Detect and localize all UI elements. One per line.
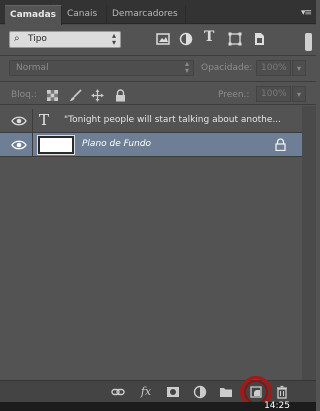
lock-transparent-pixels-icon[interactable] bbox=[46, 89, 59, 102]
tab-demarcadores[interactable]: Demarcadores bbox=[107, 5, 186, 24]
tab-demarcadores-label: Demarcadores bbox=[112, 9, 178, 19]
filter-adjustment-layer-icon[interactable] bbox=[179, 32, 193, 46]
layer-row[interactable]: T "Tonight people will start talking abo… bbox=[0, 109, 302, 133]
lock-image-pixels-brush-icon[interactable] bbox=[69, 89, 82, 102]
eye-visibility-icon[interactable] bbox=[11, 139, 27, 151]
divider bbox=[0, 81, 316, 82]
select-arrows-icon: ▴ ▾ bbox=[111, 31, 116, 47]
panel-tab-bar: ✕ Camadas Canais Demarcadores ▾≡ bbox=[0, 0, 316, 25]
opacity-dropdown-button[interactable]: ▾ bbox=[292, 60, 306, 76]
select-arrows-icon: ▴ ▾ bbox=[184, 59, 189, 75]
text-layer-icon: T bbox=[39, 111, 50, 129]
visibility-cell[interactable] bbox=[0, 133, 33, 157]
panel-menu-icon[interactable]: ▾≡ bbox=[301, 8, 312, 18]
fill-label: Preen.: bbox=[218, 90, 250, 100]
filter-toggle-switch[interactable] bbox=[305, 33, 312, 51]
blend-mode-select[interactable]: Normal ▴ ▾ bbox=[9, 60, 194, 76]
tab-camadas[interactable]: Camadas bbox=[5, 5, 62, 25]
panel-body: ⌕ Tipo ▴ ▾ T Normal ▴ ▾ Opacidade: 100% … bbox=[0, 25, 316, 380]
filter-smart-object-icon[interactable] bbox=[252, 32, 266, 46]
layer-name[interactable]: "Tonight people will start talking about… bbox=[64, 115, 281, 125]
lock-label: Bloq.: bbox=[11, 90, 37, 100]
opacity-value: 100% bbox=[261, 63, 287, 73]
delete-layer-trash-icon[interactable] bbox=[275, 385, 289, 399]
fill-dropdown-button[interactable]: ▾ bbox=[292, 86, 306, 102]
visibility-cell[interactable] bbox=[0, 109, 33, 133]
search-icon: ⌕ bbox=[14, 33, 20, 44]
lock-all-icon[interactable] bbox=[114, 89, 127, 102]
add-layer-mask-icon[interactable] bbox=[166, 385, 180, 399]
tab-canais-label: Canais bbox=[67, 9, 98, 19]
fill-input[interactable]: 100% bbox=[256, 86, 291, 102]
opacity-label: Opacidade: bbox=[201, 63, 253, 73]
opacity-input[interactable]: 100% bbox=[256, 60, 291, 76]
eye-visibility-icon[interactable] bbox=[11, 115, 27, 127]
filter-shape-layer-icon[interactable] bbox=[228, 32, 242, 46]
layer-row-selected[interactable]: Plano de Fundo bbox=[0, 133, 302, 157]
tab-canais[interactable]: Canais bbox=[62, 5, 107, 24]
new-group-folder-icon[interactable] bbox=[219, 385, 233, 399]
os-taskbar: 14:25 bbox=[0, 402, 316, 411]
layer-style-fx-icon[interactable]: fx bbox=[139, 385, 153, 399]
layers-scrollbar[interactable] bbox=[302, 106, 316, 380]
divider bbox=[0, 104, 316, 105]
layers-panel: ✕ Camadas Canais Demarcadores ▾≡ ⌕ Tipo … bbox=[0, 0, 316, 411]
layer-thumbnail bbox=[37, 135, 75, 155]
lock-position-move-icon[interactable] bbox=[91, 89, 104, 102]
layer-locked-icon[interactable] bbox=[275, 138, 286, 151]
divider bbox=[0, 55, 316, 56]
link-layers-icon[interactable] bbox=[111, 385, 125, 399]
filter-type-layer-icon[interactable]: T bbox=[204, 29, 218, 45]
fill-value: 100% bbox=[261, 89, 287, 99]
tab-camadas-label: Camadas bbox=[10, 10, 57, 20]
taskbar-clock: 14:25 bbox=[264, 401, 290, 411]
blend-mode-value: Normal bbox=[16, 63, 49, 73]
filter-type-value: Tipo bbox=[28, 34, 47, 44]
new-adjustment-layer-icon[interactable] bbox=[193, 385, 207, 399]
filter-pixel-layer-icon[interactable] bbox=[156, 32, 170, 46]
layer-name[interactable]: Plano de Fundo bbox=[82, 139, 151, 149]
filter-type-select[interactable]: ⌕ Tipo ▴ ▾ bbox=[9, 31, 121, 48]
layers-list: T "Tonight people will start talking abo… bbox=[0, 106, 316, 380]
